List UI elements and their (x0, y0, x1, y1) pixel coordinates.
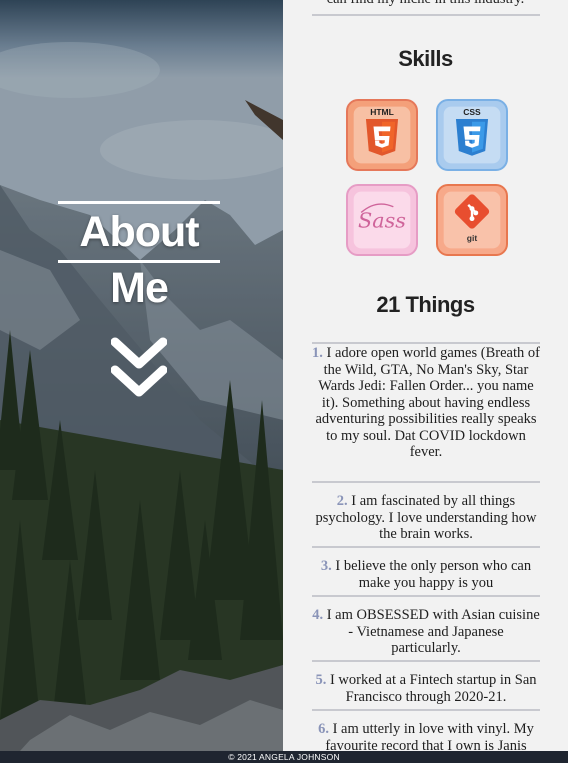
divider (312, 342, 540, 344)
thing-item: 1. I adore open world games (Breath of t… (312, 345, 540, 461)
css3-icon: CSS (436, 99, 508, 171)
thing-number: 3. (320, 558, 332, 574)
intro-paragraph-tail: can find my niche in this industry. (283, 0, 568, 8)
thing-text: I worked at a Fintech startup in San Fra… (326, 672, 537, 705)
thing-number: 4. (312, 607, 324, 623)
thing-text: I adore open world games (Breath of the … (315, 345, 540, 460)
divider (312, 546, 540, 548)
things-heading: 21 Things (376, 292, 475, 317)
thing-item: 6. I am utterly in love with vinyl. My f… (312, 721, 540, 751)
git-icon: git (436, 184, 508, 256)
thing-number: 6. (318, 721, 329, 737)
thing-text: I believe the only person who can make y… (331, 558, 532, 591)
html5-icon: HTML (346, 99, 418, 171)
divider (312, 595, 540, 597)
thing-text: I am fascinated by all things psychology… (315, 493, 537, 542)
sass-icon: Sass (346, 184, 418, 256)
scroll-down-chevron-icon[interactable] (111, 334, 167, 402)
hero-title: About Me (58, 201, 220, 312)
skills-heading: Skills (398, 46, 453, 71)
divider (312, 481, 540, 483)
css3-label: CSS (463, 107, 481, 117)
sass-label: Sass (358, 209, 406, 233)
divider (312, 709, 540, 711)
thing-text: I am OBSESSED with Asian cuisine - Vietn… (323, 607, 540, 656)
divider (312, 14, 540, 16)
thing-text: I am utterly in love with vinyl. My favo… (325, 721, 534, 751)
html5-label: HTML (370, 107, 394, 117)
thing-number: 2. (336, 493, 348, 509)
thing-item: 5. I worked at a Fintech startup in San … (312, 672, 540, 705)
thing-number: 5. (315, 672, 327, 688)
thing-number: 1. (312, 345, 323, 361)
git-label: git (467, 233, 478, 243)
thing-item: 3. I believe the only person who can mak… (312, 558, 540, 591)
hero-background: About Me (0, 0, 283, 751)
about-content-panel: can find my niche in this industry. Skil… (283, 0, 568, 751)
thing-item: 4. I am OBSESSED with Asian cuisine - Vi… (312, 607, 540, 657)
thing-item: 2. I am fascinated by all things psychol… (312, 493, 540, 543)
divider (312, 660, 540, 662)
site-footer: © 2021 ANGELA JOHNSON (0, 751, 568, 763)
